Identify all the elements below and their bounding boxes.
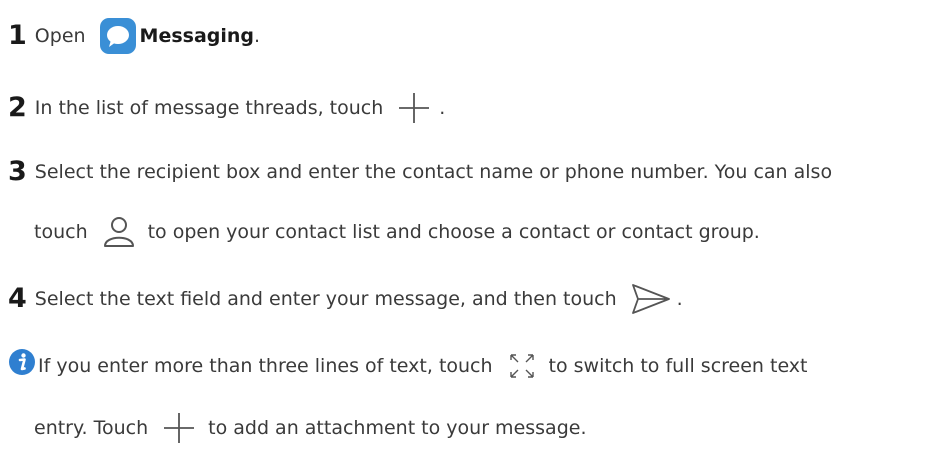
note-text: entry. Touch xyxy=(34,417,149,439)
step-1: 1 Open Messaging . xyxy=(8,18,260,54)
plus-icon xyxy=(164,413,195,443)
info-icon xyxy=(9,349,35,375)
step-text: In the list of message threads, touch xyxy=(34,97,384,119)
step-text-end: . xyxy=(254,25,261,47)
app-name: Messaging xyxy=(139,25,255,47)
step-number: 2 xyxy=(8,92,27,123)
note-text: to add an attachment to your message. xyxy=(208,417,587,439)
person-icon xyxy=(103,217,134,247)
step-3: 3 Select the recipient box and enter the… xyxy=(8,158,832,186)
step-number: 3 xyxy=(8,156,27,187)
send-icon xyxy=(631,284,670,314)
step-text: Select the recipient box and enter the c… xyxy=(34,161,833,183)
note-continued: entry. Touch to add an attachment to you… xyxy=(34,411,587,445)
step-3-continued: touch to open your contact list and choo… xyxy=(34,215,760,249)
note-text: to switch to full screen text xyxy=(548,355,808,377)
step-text: Open xyxy=(34,25,86,47)
step-number: 4 xyxy=(8,283,27,314)
step-text: touch xyxy=(34,221,88,243)
step-text: to open your contact list and choose a c… xyxy=(147,221,760,243)
note: If you enter more than three lines of te… xyxy=(8,349,808,381)
step-text-end: . xyxy=(439,97,446,119)
step-4: 4 Select the text field and enter your m… xyxy=(8,283,683,315)
note-text: If you enter more than three lines of te… xyxy=(38,355,493,377)
expand-icon xyxy=(509,354,534,378)
step-2: 2 In the list of message threads, touch … xyxy=(8,91,445,125)
step-text: Select the text field and enter your mes… xyxy=(34,288,617,310)
step-number: 1 xyxy=(8,20,27,51)
step-text-end: . xyxy=(676,288,683,310)
messaging-app-icon xyxy=(99,18,136,54)
plus-icon xyxy=(399,93,430,123)
